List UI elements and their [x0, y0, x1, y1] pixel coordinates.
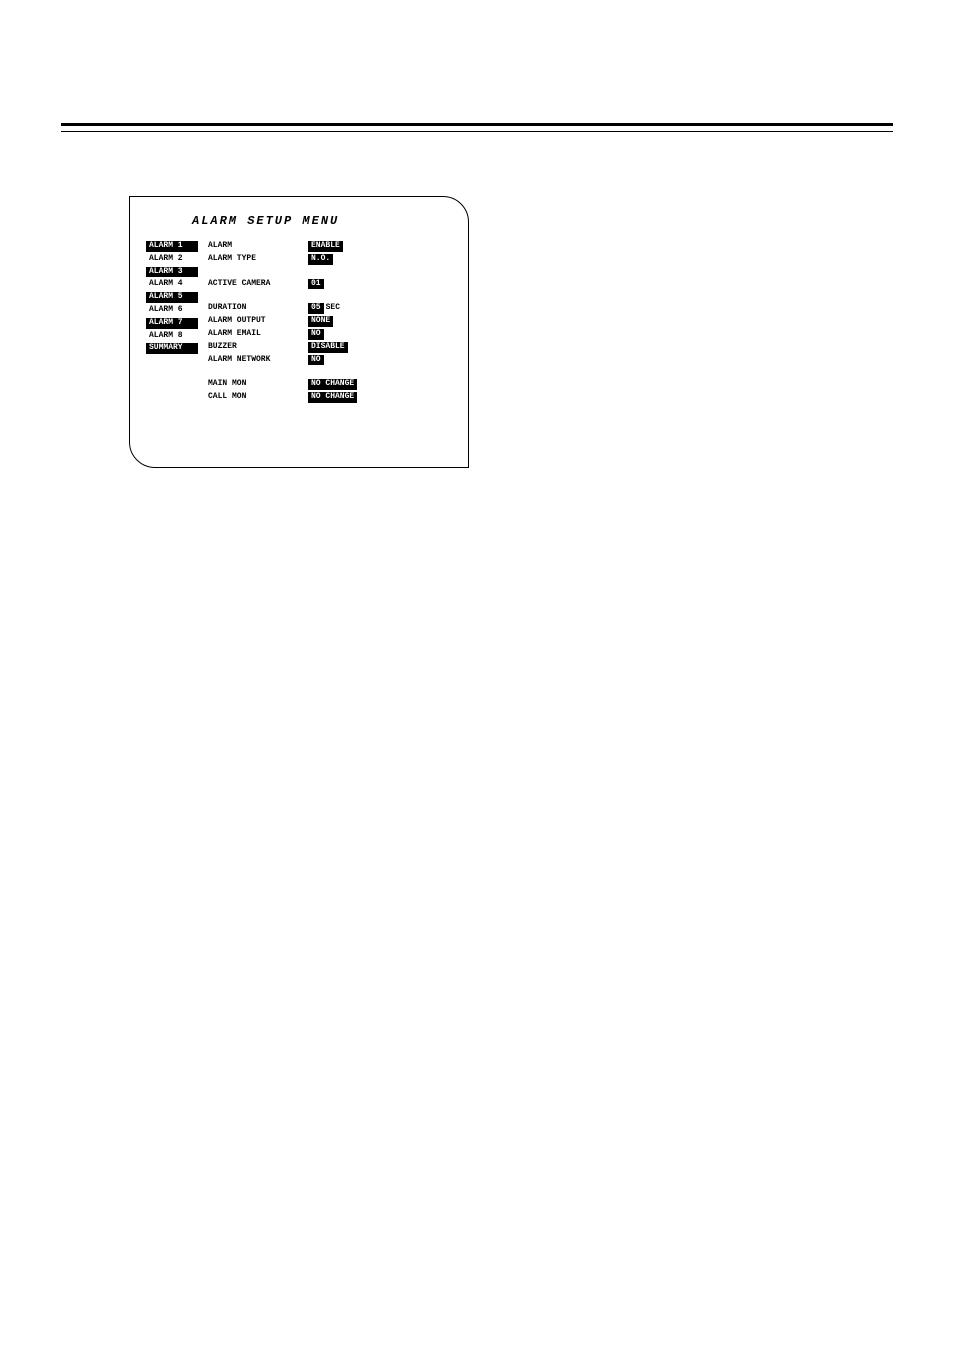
menu-title: ALARM SETUP MENU: [192, 215, 452, 227]
row-gap: [208, 267, 452, 277]
menu-row-value[interactable]: DISABLE: [308, 342, 348, 353]
page: ALARM SETUP MENU ALARM 1ALARM 2ALARM 3AL…: [0, 0, 954, 1348]
menu-nav-item[interactable]: SUMMARY: [146, 343, 198, 354]
menu-nav-item[interactable]: ALARM 5: [146, 292, 198, 303]
menu-row-label: ALARM: [208, 242, 308, 251]
menu-row-label: MAIN MON: [208, 380, 308, 389]
menu-row: ALARM EMAILNO: [208, 329, 452, 340]
menu-nav-item[interactable]: ALARM 2: [146, 254, 198, 265]
menu-row-value[interactable]: ENABLE: [308, 241, 343, 252]
menu-row: ALARMENABLE: [208, 241, 452, 252]
menu-row: CALL MONNO CHANGE: [208, 392, 452, 403]
row-gap: [208, 367, 452, 377]
screenshot-frame: ALARM SETUP MENU ALARM 1ALARM 2ALARM 3AL…: [129, 196, 469, 468]
menu-row-label: ALARM TYPE: [208, 255, 308, 264]
menu-row-label: ACTIVE CAMERA: [208, 280, 308, 289]
menu-row: ALARM NETWORKNO: [208, 355, 452, 366]
menu-nav-item[interactable]: ALARM 8: [146, 331, 198, 342]
menu-nav-item[interactable]: ALARM 1: [146, 241, 198, 252]
menu-row-suffix: SEC: [326, 304, 340, 313]
menu-row-value[interactable]: NO CHANGE: [308, 379, 357, 390]
menu-row-label: DURATION: [208, 304, 308, 313]
row-gap: [208, 291, 452, 301]
menu-row-value[interactable]: N.O.: [308, 254, 333, 265]
menu-fields: ALARMENABLEALARM TYPEN.O.ACTIVE CAMERA01…: [208, 241, 452, 405]
menu-row: ALARM OUTPUTNONE: [208, 316, 452, 327]
menu-row-label: BUZZER: [208, 343, 308, 352]
menu-row-label: ALARM NETWORK: [208, 356, 308, 365]
menu-row-value[interactable]: 05: [308, 303, 324, 314]
menu-row: ACTIVE CAMERA01: [208, 279, 452, 290]
menu-body: ALARM 1 ALARM 2 ALARM 3ALARM 4 ALARM 5 ALARM…: [146, 241, 452, 405]
menu-nav-item[interactable]: ALARM 4: [146, 279, 198, 290]
menu-row: ALARM TYPEN.O.: [208, 254, 452, 265]
menu-row-value[interactable]: NO: [308, 329, 324, 340]
menu-nav-item[interactable]: ALARM 6: [146, 305, 198, 316]
menu-row: DURATION05SEC: [208, 303, 452, 314]
menu-row-label: CALL MON: [208, 393, 308, 402]
menu-row-value[interactable]: NO CHANGE: [308, 392, 357, 403]
screenshot-content: ALARM SETUP MENU ALARM 1ALARM 2ALARM 3AL…: [130, 197, 468, 421]
menu-row-value[interactable]: NO: [308, 355, 324, 366]
menu-row-label: ALARM OUTPUT: [208, 317, 308, 326]
menu-nav-item[interactable]: ALARM 7: [146, 318, 198, 329]
menu-row-value[interactable]: NONE: [308, 316, 333, 327]
menu-row-value[interactable]: 01: [308, 279, 324, 290]
menu-row: MAIN MONNO CHANGE: [208, 379, 452, 390]
menu-nav: ALARM 1 ALARM 2 ALARM 3ALARM 4 ALARM 5 ALARM…: [146, 241, 198, 356]
menu-nav-item[interactable]: ALARM 3: [146, 267, 198, 278]
top-divider: [61, 123, 893, 126]
menu-row-label: ALARM EMAIL: [208, 330, 308, 339]
menu-row: BUZZERDISABLE: [208, 342, 452, 353]
